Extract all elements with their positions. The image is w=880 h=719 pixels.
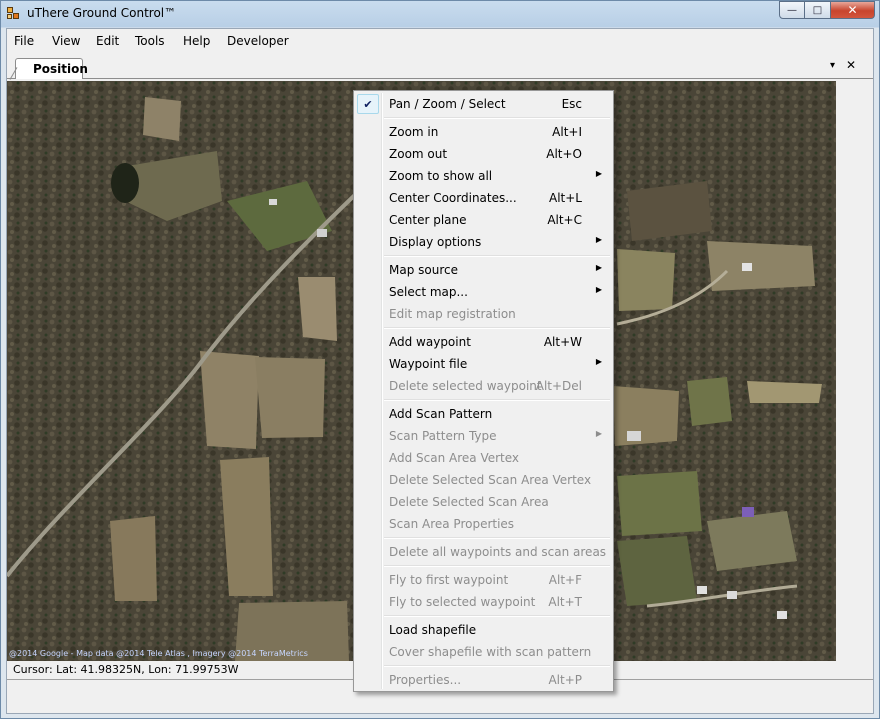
check-icon: ✔ [357,94,379,114]
context-item-cover-shapefile-with-scan-pattern: Cover shapefile with scan pattern [356,641,611,663]
context-item-label: Scan Area Properties [389,517,515,531]
context-item-add-waypoint[interactable]: Add waypoint Alt+W [356,331,611,353]
context-item-display-options[interactable]: Display options ▶ [356,231,611,253]
context-item-center-plane[interactable]: Center plane Alt+C [356,209,611,231]
chevron-down-icon[interactable]: ▾ [830,60,835,71]
context-item-shortcut: Alt+O [546,147,582,161]
context-item-label: Load shapefile [389,623,477,637]
close-icon[interactable]: ✕ [846,58,856,72]
menu-developer[interactable]: Developer [227,34,289,48]
context-item-label: Center Coordinates... [389,191,517,205]
context-item-shortcut: Alt+C [547,213,582,227]
context-item-label: Delete all waypoints and scan areas [389,545,607,559]
map-border [836,81,873,661]
context-item-label: Select map... [389,285,468,299]
menu-edit[interactable]: Edit [96,34,119,48]
context-item-shortcut: Alt+W [543,335,582,349]
window-controls: — □ ✕ [779,1,875,19]
menu-separator [384,255,610,257]
context-item-fly-to-first-waypoint: Fly to first waypoint Alt+F [356,569,611,591]
context-item-label: Display options [389,235,482,249]
context-item-label: Add Scan Pattern [389,407,493,421]
maximize-button[interactable]: □ [805,1,831,19]
context-item-label: Properties... [389,673,462,687]
context-item-label: Waypoint file [389,357,468,371]
context-item-delete-selected-scan-area-vertex: Delete Selected Scan Area Vertex [356,469,611,491]
context-item-shortcut: Alt+F [548,573,582,587]
map-attribution: @2014 Google - Map data @2014 Tele Atlas… [9,649,308,658]
menu-help[interactable]: Help [183,34,210,48]
tab-strip: Position ▾ ✕ [7,55,873,79]
context-item-label: Edit map registration [389,307,516,321]
context-item-label: Map source [389,263,458,277]
submenu-arrow-icon: ▶ [595,357,602,366]
context-item-properties: Properties... Alt+P [356,669,611,691]
context-item-shortcut: Esc [561,97,582,111]
menu-separator [384,117,610,119]
context-item-scan-area-properties: Scan Area Properties [356,513,611,535]
submenu-arrow-icon: ▶ [595,263,602,272]
context-item-label: Center plane [389,213,467,227]
context-item-label: Zoom in [389,125,439,139]
submenu-arrow-icon: ▶ [595,429,602,438]
context-item-delete-selected-waypoint: Delete selected waypoint Alt+Del [356,375,611,397]
context-item-delete-selected-scan-area: Delete Selected Scan Area [356,491,611,513]
context-item-shortcut: Alt+L [549,191,582,205]
context-item-select-map[interactable]: Select map... ▶ [356,281,611,303]
context-item-label: Scan Pattern Type [389,429,497,443]
context-item-label: Cover shapefile with scan pattern [389,645,592,659]
context-item-label: Delete selected waypoint [389,379,542,393]
menu-separator [384,399,610,401]
context-item-add-scan-pattern[interactable]: Add Scan Pattern [356,403,611,425]
context-item-delete-all-waypoints-and-scan-areas: Delete all waypoints and scan areas [356,541,611,563]
submenu-arrow-icon: ▶ [595,235,602,244]
context-item-map-source[interactable]: Map source ▶ [356,259,611,281]
menu-separator [384,327,610,329]
menu-separator [384,565,610,567]
context-item-label: Pan / Zoom / Select [389,97,506,111]
menu-file[interactable]: File [14,34,34,48]
context-item-edit-map-registration: Edit map registration [356,303,611,325]
context-item-label: Zoom out [389,147,448,161]
menu-view[interactable]: View [52,34,80,48]
context-item-label: Add waypoint [389,335,471,349]
submenu-arrow-icon: ▶ [595,285,602,294]
context-item-label: Delete Selected Scan Area Vertex [389,473,592,487]
context-item-label: Delete Selected Scan Area [389,495,549,509]
context-item-scan-pattern-type: Scan Pattern Type ▶ [356,425,611,447]
menu-separator [384,615,610,617]
app-logo-icon [7,7,21,21]
context-item-zoom-in[interactable]: Zoom in Alt+I [356,121,611,143]
minimize-button[interactable]: — [779,1,805,19]
title-bar[interactable]: uThere Ground Control™ — □ ✕ [1,1,879,27]
context-item-label: Fly to first waypoint [389,573,509,587]
close-button[interactable]: ✕ [831,1,875,19]
submenu-arrow-icon: ▶ [595,169,602,178]
context-item-fly-to-selected-waypoint: Fly to selected waypoint Alt+T [356,591,611,613]
context-item-zoom-to-show-all[interactable]: Zoom to show all ▶ [356,165,611,187]
context-item-add-scan-area-vertex: Add Scan Area Vertex [356,447,611,469]
context-item-pan-zoom-select[interactable]: ✔ Pan / Zoom / Select Esc [356,93,611,115]
context-item-label: Add Scan Area Vertex [389,451,520,465]
context-item-label: Zoom to show all [389,169,493,183]
map-context-menu: ✔ Pan / Zoom / Select Esc Zoom in Alt+I Zoom … [353,90,614,692]
window-title: uThere Ground Control™ [27,6,177,20]
tab-position[interactable]: Position [15,58,88,79]
context-item-shortcut: Alt+P [548,673,582,687]
menu-separator [384,665,610,667]
context-item-zoom-out[interactable]: Zoom out Alt+O [356,143,611,165]
context-item-shortcut: Alt+T [548,595,582,609]
context-item-shortcut: Alt+Del [535,379,582,393]
context-item-waypoint-file[interactable]: Waypoint file ▶ [356,353,611,375]
context-item-shortcut: Alt+I [552,125,582,139]
menu-bar: File View Edit Tools Help Developer [7,29,873,53]
context-item-center-coordinates[interactable]: Center Coordinates... Alt+L [356,187,611,209]
menu-separator [384,537,610,539]
menu-tools[interactable]: Tools [135,34,165,48]
context-item-load-shapefile[interactable]: Load shapefile [356,619,611,641]
context-item-label: Fly to selected waypoint [389,595,536,609]
